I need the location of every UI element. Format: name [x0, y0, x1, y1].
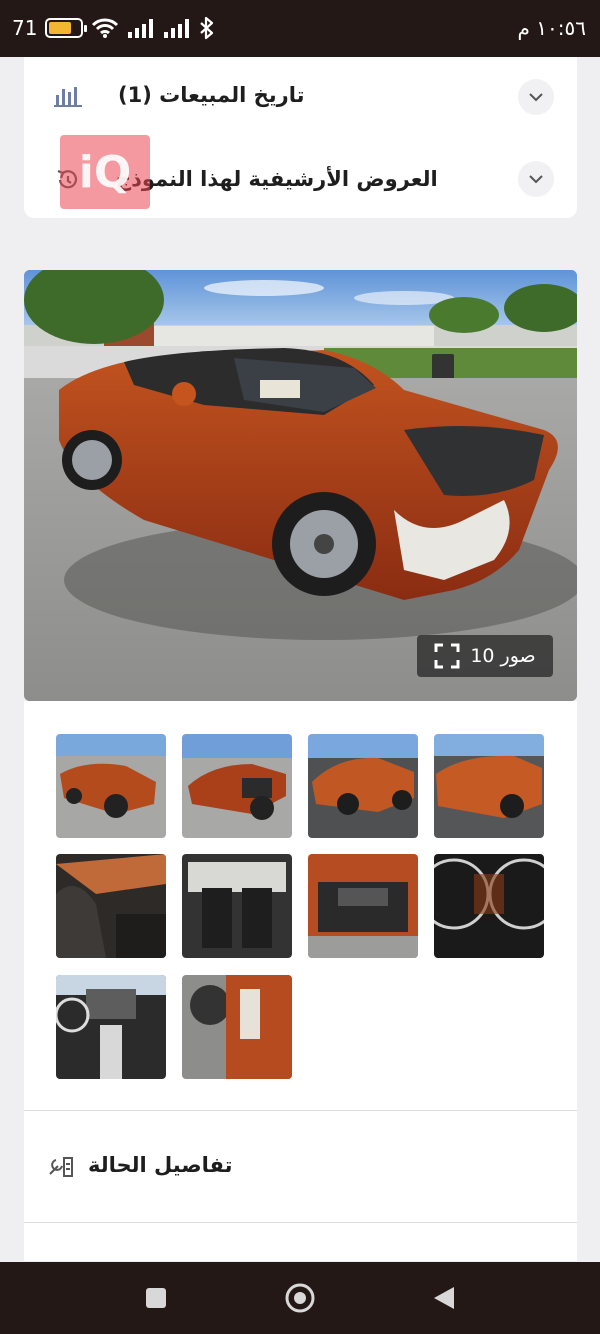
thumbnail-image: [56, 854, 166, 958]
photo-count-label: صور 10: [470, 645, 536, 667]
bar-chart-icon: [54, 87, 82, 107]
thumbnail-image: [308, 734, 418, 838]
main-car-photo[interactable]: صور 10: [24, 270, 577, 701]
condition-details-title[interactable]: تفاصيل الحالة: [88, 1153, 233, 1177]
bluetooth-icon: [200, 16, 214, 40]
wrench-tools-icon: [49, 1157, 73, 1177]
thumbnail[interactable]: [182, 734, 292, 838]
gallery-card: تفاصيل الحالة: [24, 701, 577, 1261]
thumbnail-image: [434, 734, 544, 838]
expand-sales-history-button[interactable]: [518, 79, 554, 115]
thumbnail[interactable]: [56, 975, 166, 1079]
archived-offers-title: العروض الأرشيفية لهذا النموذج: [116, 167, 438, 191]
thumbnail-image: [182, 854, 292, 958]
divider: [24, 1110, 577, 1111]
thumbnail-image: [56, 975, 166, 1079]
thumbnail-image: [434, 854, 544, 958]
battery-percentage: 71: [12, 16, 38, 40]
back-button[interactable]: [432, 1285, 456, 1311]
sales-history-row[interactable]: تاريخ المبيعات (1): [24, 67, 577, 127]
clock: ١٠:٥٦ م: [517, 16, 586, 40]
chevron-down-icon: [529, 93, 543, 102]
thumbnail[interactable]: [434, 854, 544, 958]
thumbnail-image: [182, 975, 292, 1079]
thumbnail[interactable]: [434, 734, 544, 838]
status-icons: 71: [12, 15, 215, 41]
chevron-down-icon: [529, 175, 543, 184]
thumbnail[interactable]: [182, 975, 292, 1079]
recents-button[interactable]: [145, 1287, 167, 1309]
signal-icon-2: [164, 19, 190, 38]
watermark-logo: iQ: [60, 135, 150, 209]
divider: [24, 1222, 577, 1223]
sales-history-title: تاريخ المبيعات (1): [118, 83, 305, 107]
thumbnail-image: [182, 734, 292, 838]
fullscreen-icon: [434, 643, 460, 669]
thumbnail-image: [56, 734, 166, 838]
thumbnail[interactable]: [182, 854, 292, 958]
accordion-card: تاريخ المبيعات (1) العروض الأرشيفية لهذا…: [24, 57, 577, 218]
thumbnail-image: [308, 854, 418, 958]
expand-archived-offers-button[interactable]: [518, 161, 554, 197]
navigation-bar: [0, 1262, 600, 1334]
thumbnail[interactable]: [56, 854, 166, 958]
status-bar: 71 ١٠:٥٦ م: [0, 0, 600, 57]
signal-icon: [128, 19, 154, 38]
thumbnail[interactable]: [56, 734, 166, 838]
photo-count-badge[interactable]: صور 10: [417, 635, 553, 677]
home-button[interactable]: [284, 1282, 316, 1314]
thumbnail[interactable]: [308, 734, 418, 838]
wifi-icon: [92, 18, 119, 38]
thumbnail[interactable]: [308, 854, 418, 958]
battery-icon: [45, 18, 88, 38]
